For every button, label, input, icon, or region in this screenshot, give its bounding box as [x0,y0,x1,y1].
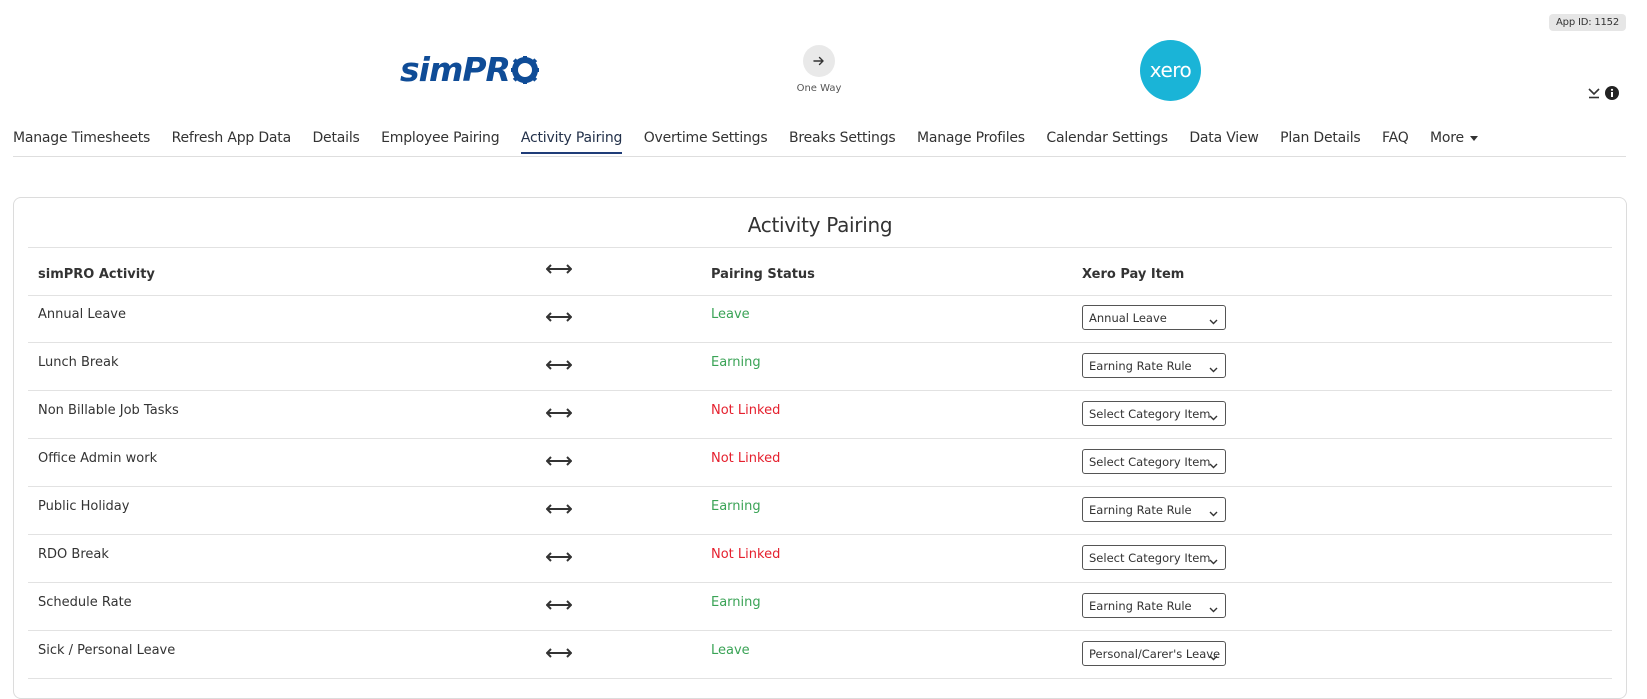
select-value: Earning Rate Rule [1089,359,1192,373]
chevron-down-icon [1209,506,1218,520]
table-row: Non Billable Job Tasks Not Linked Select C… [28,391,1612,439]
pairing-status: Not Linked [711,547,781,562]
info-icon[interactable] [1605,86,1619,100]
sync-direction: One Way [797,45,841,94]
table-row: Lunch Break Earning Earning Rate Rule [28,343,1612,391]
select-value: Select Category Item [1089,551,1211,565]
nav-employee-pairing[interactable]: Employee Pairing [381,123,499,154]
chevron-down-icon [1209,362,1218,376]
pair-arrow-icon [545,599,573,614]
xero-pay-item-select[interactable]: Select Category Item [1082,401,1226,426]
pairing-status: Leave [711,643,750,658]
simpro-logo-text: simPR [400,50,511,89]
activity-name: Annual Leave [38,307,126,322]
nav-data-view[interactable]: Data View [1189,123,1259,154]
header-pair-arrow-icon [545,263,573,278]
activity-name: Office Admin work [38,451,158,466]
header-simpro-activity: simPRO Activity [38,267,155,282]
select-value: Annual Leave [1089,311,1167,325]
nav-manage-profiles[interactable]: Manage Profiles [917,123,1025,154]
pairing-status: Earning [711,595,761,610]
nav-calendar-settings[interactable]: Calendar Settings [1046,123,1168,154]
section-title: Activity Pairing [747,213,893,237]
xero-pay-item-select[interactable]: Personal/Carer's Leave [1082,641,1226,666]
pair-arrow-icon [545,455,573,470]
header-pairing-status: Pairing Status [711,267,815,282]
xero-pay-item-select[interactable]: Earning Rate Rule [1082,353,1226,378]
activity-name: Lunch Break [38,355,119,370]
pair-arrow-icon [545,359,573,374]
pair-arrow-icon [545,551,573,566]
pairing-status: Not Linked [711,403,781,418]
chevron-down-icon [1209,650,1218,664]
pair-arrow-icon [545,647,573,662]
nav-refresh-app-data[interactable]: Refresh App Data [172,123,292,154]
xero-pay-item-select[interactable]: Annual Leave [1082,305,1226,330]
nav-overtime-settings[interactable]: Overtime Settings [644,123,768,154]
table-row: RDO Break Not Linked Select Category Item [28,535,1612,583]
nav-plan-details[interactable]: Plan Details [1280,123,1361,154]
activity-pairing-card: Activity Pairing simPRO Activity Pairing… [13,197,1627,699]
chevron-down-icon [1209,554,1218,568]
xero-pay-item-select[interactable]: Select Category Item [1082,545,1226,570]
activity-name: Sick / Personal Leave [38,643,176,658]
activity-name: Schedule Rate [38,595,132,610]
select-value: Select Category Item [1089,455,1211,469]
collapse-download-icon[interactable] [1587,87,1601,99]
table-header: simPRO Activity Pairing Status Xero Pay … [28,248,1612,296]
header-actions [1587,86,1619,100]
activity-name: RDO Break [38,547,109,562]
pair-arrow-icon [545,311,573,326]
pairing-status: Earning [711,355,761,370]
activity-name: Non Billable Job Tasks [38,403,179,418]
pair-arrow-icon [545,503,573,518]
table-row: Public Holiday Earning Earning Rate Rule [28,487,1612,535]
chevron-down-icon [1209,410,1218,424]
nav-more-dropdown[interactable]: More [1430,123,1478,154]
table-row: Office Admin work Not Linked Select Catego… [28,439,1612,487]
select-value: Select Category Item [1089,407,1211,421]
xero-pay-item-select[interactable]: Earning Rate Rule [1082,497,1226,522]
arrow-right-icon [813,56,824,66]
chevron-down-icon [1209,314,1218,328]
activity-name: Public Holiday [38,499,130,514]
table-row: Schedule Rate Earning Earning Rate Rule [28,583,1612,631]
nav-faq[interactable]: FAQ [1382,123,1409,154]
sync-direction-button[interactable] [803,45,835,77]
xero-logo: xero [1140,40,1201,101]
sync-direction-label: One Way [796,83,842,94]
xero-logo-text: xero [1149,57,1192,82]
xero-pay-item-select[interactable]: Earning Rate Rule [1082,593,1226,618]
pair-arrow-icon [545,407,573,422]
main-nav: Manage Timesheets Refresh App Data Detai… [13,123,1626,157]
xero-pay-item-select[interactable]: Select Category Item [1082,449,1226,474]
select-value: Earning Rate Rule [1089,503,1192,517]
nav-details[interactable]: Details [312,123,359,154]
simpro-gear-icon [510,55,539,84]
pairing-status: Not Linked [711,451,781,466]
table-row: Sick / Personal Leave Leave Personal/Carer… [28,631,1612,679]
chevron-down-icon [1209,458,1218,472]
pairing-status: Leave [711,307,750,322]
nav-breaks-settings[interactable]: Breaks Settings [789,123,896,154]
pairing-status: Earning [711,499,761,514]
chevron-down-icon [1209,602,1218,616]
simpro-logo: simPR [400,50,539,89]
nav-manage-timesheets[interactable]: Manage Timesheets [13,123,150,154]
header-xero-pay-item: Xero Pay Item [1082,267,1185,282]
select-value: Personal/Carer's Leave [1089,647,1221,661]
nav-more-label: More [1430,130,1464,146]
table-row: Annual Leave Leave Annual Leave [28,295,1612,343]
caret-down-icon [1469,135,1478,141]
app-id-badge: App ID: 1152 [1549,14,1626,31]
nav-activity-pairing[interactable]: Activity Pairing [520,123,622,154]
select-value: Earning Rate Rule [1089,599,1192,613]
